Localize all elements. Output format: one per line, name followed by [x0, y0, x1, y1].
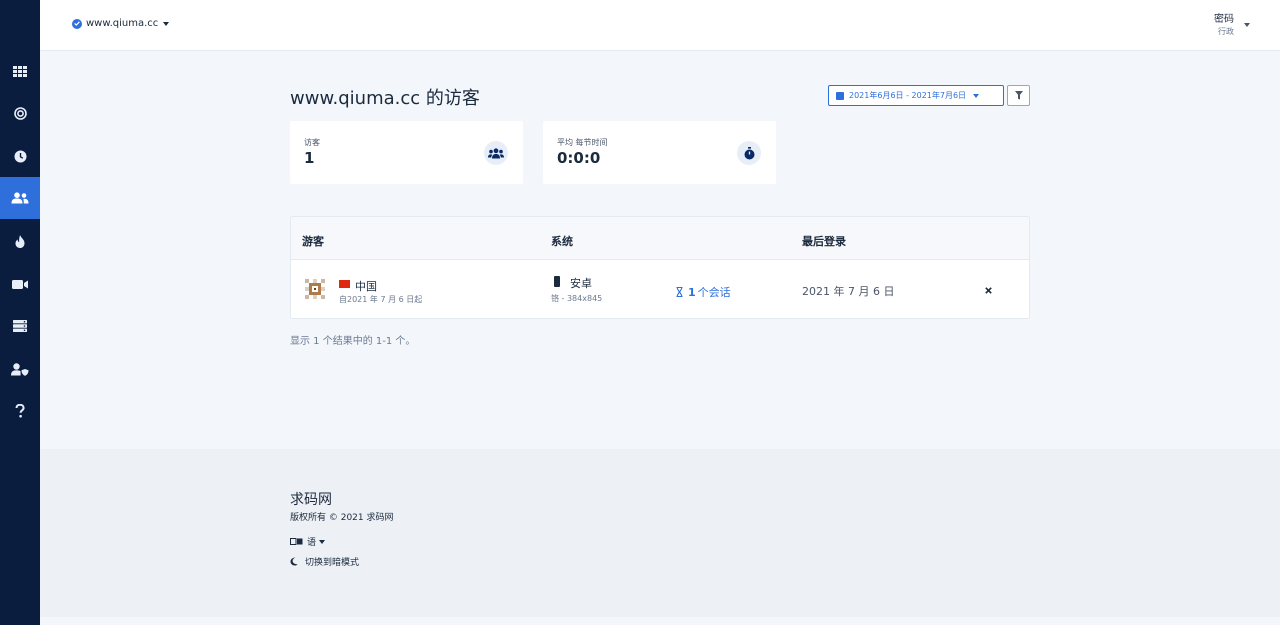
avatar	[303, 277, 327, 301]
sessions-label: 个会话	[697, 286, 731, 299]
topbar: www.qiuma.cc 密码 行政	[40, 0, 1280, 51]
sidebar-item-history[interactable]	[0, 135, 40, 177]
grid-icon	[13, 65, 27, 77]
fire-icon	[15, 234, 25, 248]
sessions-link[interactable]: 1 个会话	[676, 284, 731, 300]
filter-icon	[1014, 91, 1023, 100]
close-icon	[984, 286, 992, 294]
language-selector[interactable]: 语	[290, 535, 326, 548]
dark-mode-toggle[interactable]: 切换到暗模式	[290, 555, 359, 568]
language-icon	[290, 538, 303, 545]
stat-value: 0:0:0	[557, 149, 601, 167]
moon-icon	[290, 557, 298, 566]
caret-down-icon	[1244, 23, 1250, 27]
delete-button[interactable]	[983, 285, 993, 295]
sidebar	[0, 0, 40, 625]
visitors-table: 游客 系统 最后登录 中国 自2021 年 7 月 6 日起 安卓 铬 - 38…	[290, 216, 1030, 319]
question-icon	[15, 404, 25, 418]
mobile-phone-icon	[554, 276, 560, 287]
caret-down-icon	[163, 21, 170, 26]
sidebar-item-help[interactable]	[0, 390, 40, 432]
hourglass-icon	[676, 287, 683, 297]
users-icon	[484, 141, 508, 165]
user-role: 行政	[1218, 27, 1234, 36]
sidebar-item-websites[interactable]	[0, 50, 40, 92]
column-header-visitor: 游客	[302, 235, 324, 248]
user-menu[interactable]: 密码 行政	[1214, 13, 1250, 38]
stopwatch-icon	[737, 141, 761, 165]
results-summary: 显示 1 个结果中的 1-1 个。	[290, 336, 416, 347]
video-icon	[12, 279, 28, 289]
footer: 求码网 版权所有 © 2021 求码网 语 切换到暗模式	[40, 449, 1280, 617]
users-icon	[11, 192, 29, 204]
user-shield-icon	[11, 362, 29, 376]
calendar-icon	[836, 91, 844, 100]
server-icon	[13, 320, 27, 332]
filter-button[interactable]	[1007, 85, 1030, 106]
date-range-label: 2021年6月6日 - 2021年7月6日	[849, 91, 967, 100]
clock-icon	[14, 150, 26, 162]
caret-down-icon	[319, 539, 326, 544]
date-range-picker[interactable]: 2021年6月6日 - 2021年7月6日	[828, 85, 1004, 106]
visitor-since: 自2021 年 7 月 6 日起	[339, 295, 423, 304]
sidebar-item-visitors[interactable]	[0, 177, 40, 219]
site-name: www.qiuma.cc	[86, 18, 159, 29]
sidebar-item-admin[interactable]	[0, 348, 40, 390]
stat-label: 访客	[304, 138, 320, 147]
sidebar-item-realtime[interactable]	[0, 92, 40, 134]
china-flag-icon	[339, 280, 350, 288]
footer-copyright: 版权所有 © 2021 求码网	[290, 513, 394, 523]
sidebar-item-data[interactable]	[0, 305, 40, 347]
language-label: 语	[307, 538, 317, 548]
visitor-browser-resolution: 铬 - 384x845	[551, 294, 603, 303]
visitor-country: 中国	[355, 280, 377, 293]
stat-card-avg-session: 平均 每节时间 0:0:0	[543, 121, 776, 184]
sessions-count: 1	[688, 285, 696, 299]
stat-card-visitors: 访客 1	[290, 121, 523, 184]
table-header: 游客 系统 最后登录	[291, 217, 1029, 260]
visitor-os: 安卓	[570, 277, 592, 290]
column-header-last-login: 最后登录	[802, 235, 846, 248]
footer-brand: 求码网	[290, 492, 332, 508]
target-icon	[13, 106, 27, 120]
sidebar-item-recordings[interactable]	[0, 263, 40, 305]
visitor-last-login: 2021 年 7 月 6 日	[802, 285, 895, 298]
site-switcher[interactable]: www.qiuma.cc	[72, 18, 170, 29]
user-name: 密码	[1214, 14, 1234, 25]
dark-mode-label: 切换到暗模式	[305, 558, 360, 568]
page-title: www.qiuma.cc 的访客	[290, 88, 480, 109]
check-circle-icon	[72, 18, 82, 29]
stat-label: 平均 每节时间	[557, 138, 608, 147]
column-header-system: 系统	[551, 235, 573, 248]
caret-down-icon	[973, 93, 980, 98]
sidebar-item-heatmaps[interactable]	[0, 220, 40, 262]
stat-value: 1	[304, 149, 315, 167]
